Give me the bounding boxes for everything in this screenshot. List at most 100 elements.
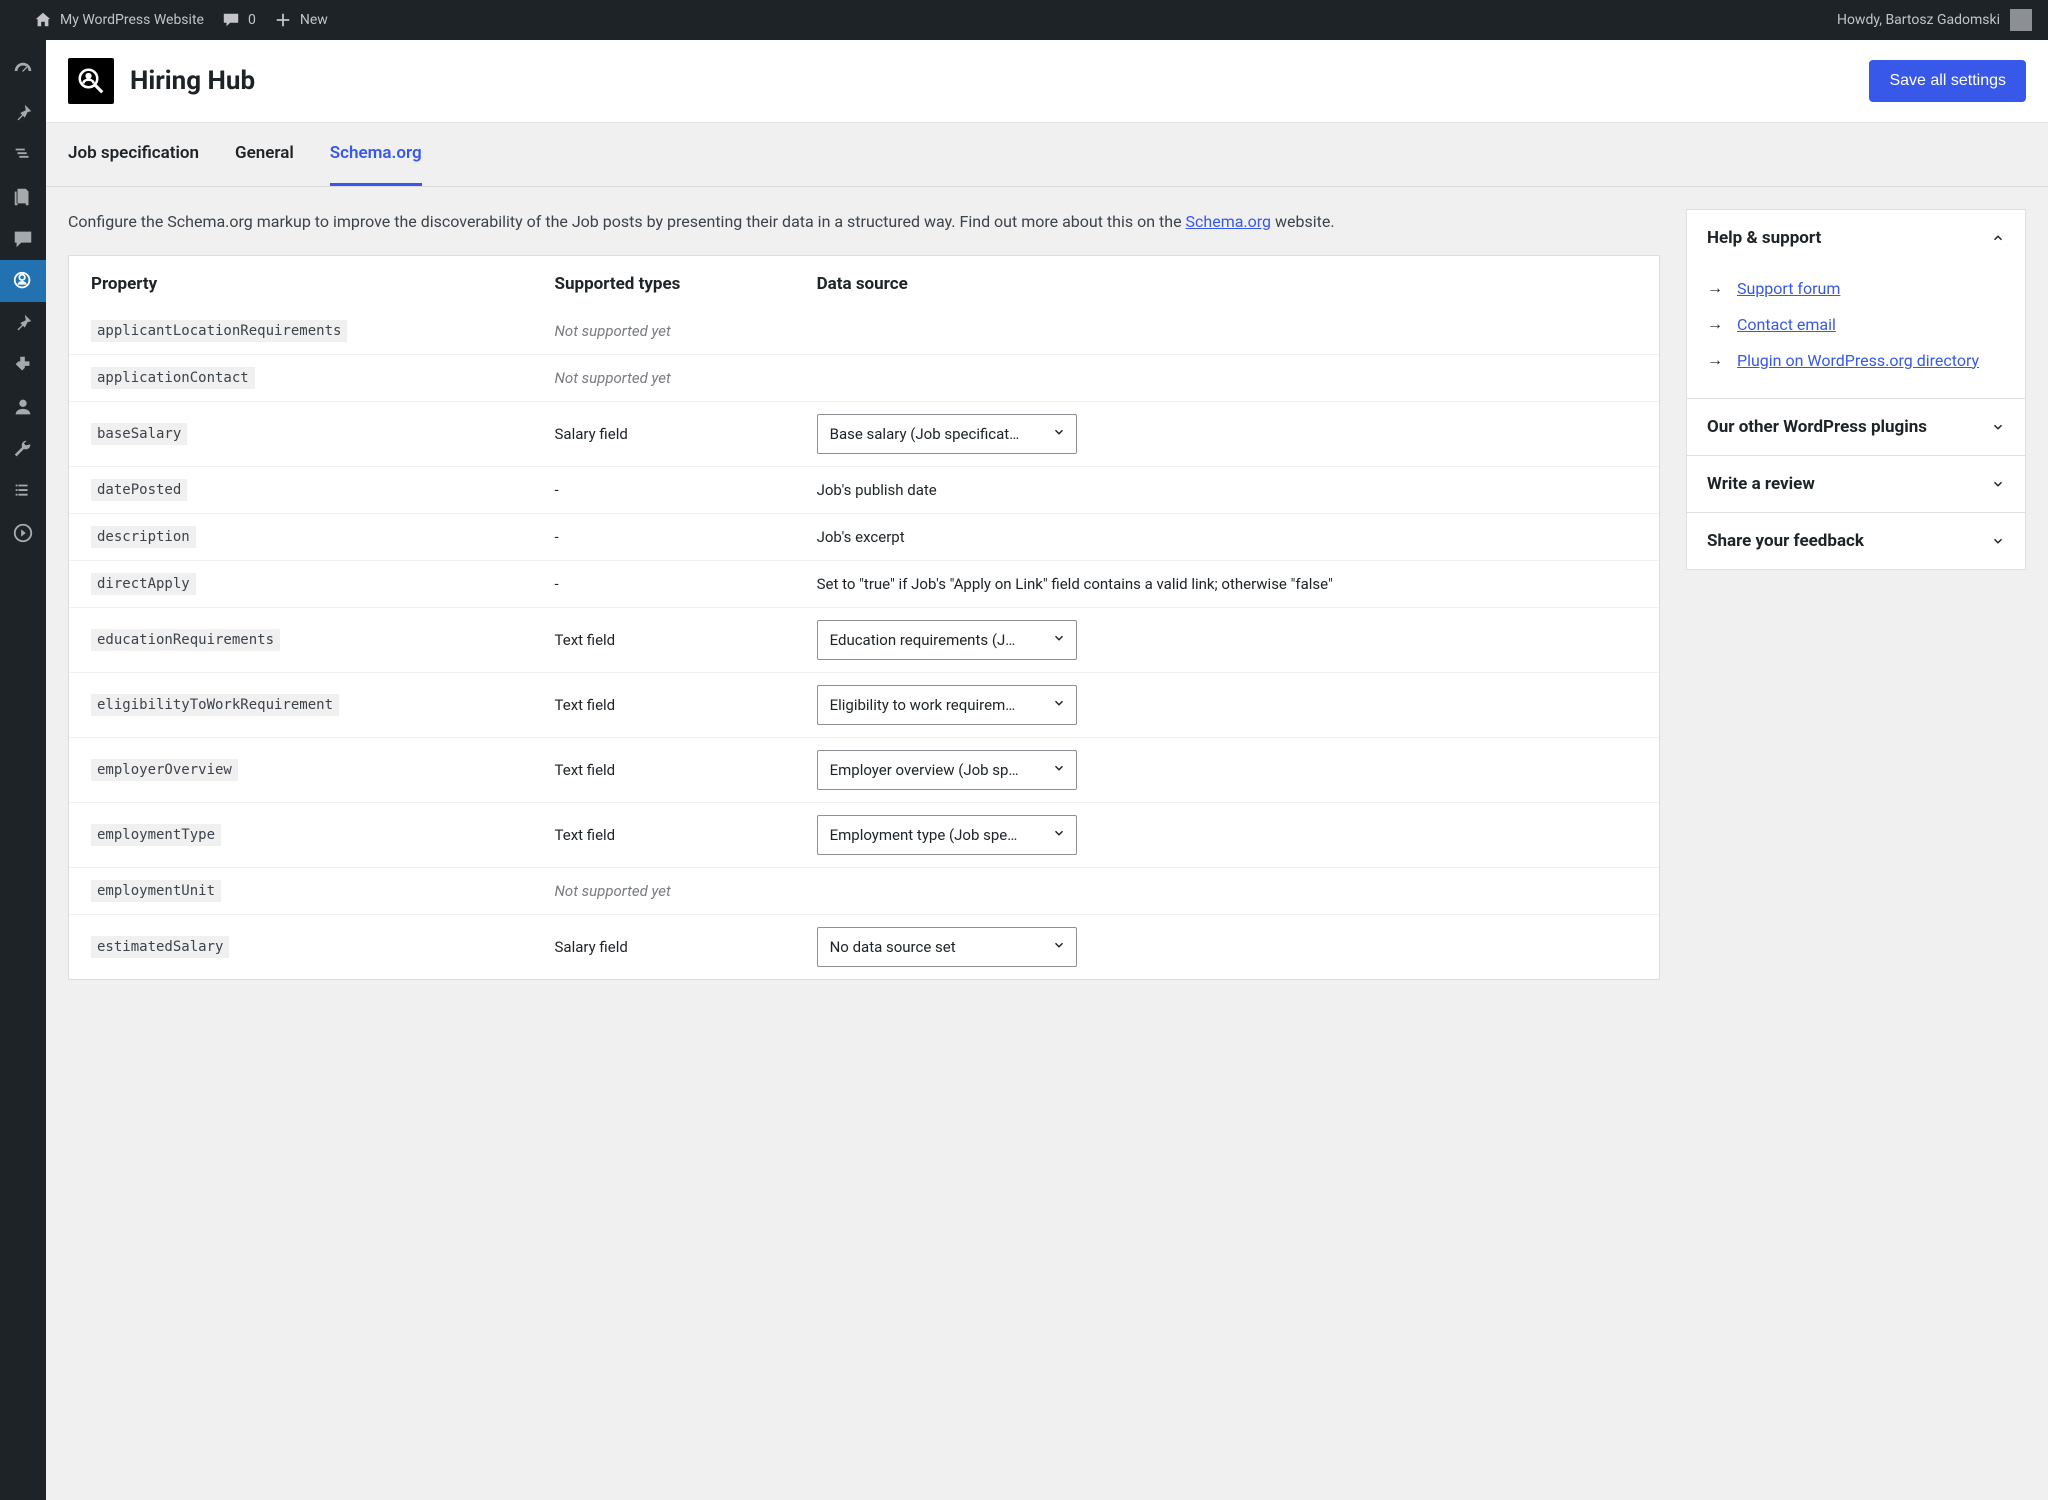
- admin-bar: My WordPress Website 0 New Howdy, Bartos…: [0, 0, 2048, 40]
- table-row: applicantLocationRequirementsNot support…: [69, 308, 1659, 355]
- panel-share-your-feedback: Share your feedback: [1686, 512, 2026, 570]
- data-source-cell: Eligibility to work requirem…: [795, 672, 1659, 737]
- plugin-logo: [68, 58, 114, 104]
- supported-types: Text field: [533, 672, 795, 737]
- site-name: My WordPress Website: [60, 12, 204, 28]
- table-row: estimatedSalary Salary field No data sourc…: [69, 914, 1659, 979]
- data-source-cell: [795, 867, 1659, 914]
- panel-title: Share your feedback: [1707, 531, 1864, 551]
- chevron-up-icon: [1991, 231, 2005, 245]
- supported-types: Not supported yet: [533, 354, 795, 401]
- data-source-cell: Education requirements (J…: [795, 607, 1659, 672]
- chevron-down-icon: [1052, 425, 1066, 439]
- table-row: description-Job's excerpt: [69, 513, 1659, 560]
- chevron-down-icon: [1052, 696, 1066, 710]
- sidebar-media[interactable]: [0, 134, 46, 176]
- sidebar-users[interactable]: [0, 386, 46, 428]
- sidebar-appearance[interactable]: [0, 302, 46, 344]
- data-source-cell: [795, 308, 1659, 355]
- supported-types: -: [533, 513, 795, 560]
- schema-table: Property Supported types Data source app…: [68, 255, 1660, 980]
- sidebar-dashboard[interactable]: [0, 50, 46, 92]
- panel-header[interactable]: Share your feedback: [1687, 513, 2025, 569]
- panel-write-a-review: Write a review: [1686, 455, 2026, 512]
- property-code: educationRequirements: [91, 629, 280, 651]
- sidebar-settings[interactable]: [0, 470, 46, 512]
- data-source-select[interactable]: Eligibility to work requirem…: [817, 685, 1077, 725]
- table-row: eligibilityToWorkRequirementText fieldEl…: [69, 672, 1659, 737]
- property-code: estimatedSalary: [91, 936, 229, 958]
- th-source: Data source: [795, 256, 1659, 308]
- comment-icon: [222, 11, 240, 29]
- new-link[interactable]: New: [274, 11, 328, 29]
- panel-title: Write a review: [1707, 474, 1815, 494]
- supported-types: Text field: [533, 802, 795, 867]
- help-link[interactable]: Support forum: [1737, 279, 1840, 298]
- sidebar-pages[interactable]: [0, 176, 46, 218]
- table-row: educationRequirements Text field Education…: [69, 607, 1659, 672]
- greeting[interactable]: Howdy, Bartosz Gadomski: [1837, 12, 2000, 28]
- data-source-cell: [795, 354, 1659, 401]
- admin-sidebar: [0, 40, 46, 1500]
- supported-types: -: [533, 560, 795, 607]
- data-source-select[interactable]: No data source set: [817, 927, 1077, 967]
- property-code: description: [91, 526, 196, 548]
- panel-title: Our other WordPress plugins: [1707, 417, 1927, 437]
- help-link[interactable]: Plugin on WordPress.org directory: [1737, 351, 1979, 370]
- plus-icon: [274, 11, 292, 29]
- arrow-right-icon: →: [1707, 314, 1723, 334]
- chevron-down-icon: [1991, 534, 2005, 548]
- data-source-select[interactable]: Education requirements (J…: [817, 620, 1077, 660]
- sidebar-plugins[interactable]: [0, 344, 46, 386]
- sidebar-comments[interactable]: [0, 218, 46, 260]
- supported-types: Text field: [533, 737, 795, 802]
- arrow-right-icon: →: [1707, 278, 1723, 298]
- data-source-cell: Base salary (Job specificat…: [795, 401, 1659, 466]
- sidebar-pin[interactable]: [0, 92, 46, 134]
- panel-header[interactable]: Help & support: [1687, 210, 2025, 266]
- site-link[interactable]: My WordPress Website: [34, 11, 204, 29]
- property-code: employmentUnit: [91, 880, 221, 902]
- property-code: baseSalary: [91, 423, 187, 445]
- property-code: applicationContact: [91, 367, 255, 389]
- supported-types: Salary field: [533, 401, 795, 466]
- help-link-row: → Plugin on WordPress.org directory: [1707, 342, 2005, 378]
- new-label: New: [300, 12, 328, 28]
- table-row: employmentUnit Not supported yet: [69, 867, 1659, 914]
- panel-header[interactable]: Our other WordPress plugins: [1687, 399, 2025, 455]
- data-source-cell: Set to "true" if Job's "Apply on Link" f…: [795, 560, 1659, 607]
- chevron-down-icon: [1991, 477, 2005, 491]
- chevron-down-icon: [1052, 938, 1066, 952]
- panel-header[interactable]: Write a review: [1687, 456, 2025, 512]
- sidebar-tools[interactable]: [0, 428, 46, 470]
- data-source-select[interactable]: Employer overview (Job sp…: [817, 750, 1077, 790]
- data-source-select[interactable]: Base salary (Job specificat…: [817, 414, 1077, 454]
- arrow-right-icon: →: [1707, 350, 1723, 370]
- supported-types: Salary field: [533, 914, 795, 979]
- property-code: datePosted: [91, 479, 187, 501]
- page-title: Hiring Hub: [130, 66, 255, 96]
- panel-title: Help & support: [1707, 228, 1821, 248]
- supported-types: Text field: [533, 607, 795, 672]
- help-link-row: → Support forum: [1707, 270, 2005, 306]
- sidebar-collapse[interactable]: [0, 512, 46, 554]
- tab-job-specification[interactable]: Job specification: [68, 123, 199, 186]
- schema-link[interactable]: Schema.org: [1186, 212, 1272, 231]
- table-row: employmentTypeText fieldEmployment type …: [69, 802, 1659, 867]
- table-row: employerOverview Text field Employer overv…: [69, 737, 1659, 802]
- help-link[interactable]: Contact email: [1737, 315, 1836, 334]
- sidebar-hiring-hub[interactable]: [0, 260, 46, 302]
- save-button[interactable]: Save all settings: [1869, 60, 2026, 102]
- supported-types: Not supported yet: [533, 867, 795, 914]
- comments-link[interactable]: 0: [222, 11, 256, 29]
- home-icon: [34, 11, 52, 29]
- chevron-down-icon: [1052, 826, 1066, 840]
- comments-count: 0: [248, 12, 256, 28]
- tab-schema-org[interactable]: Schema.org: [330, 123, 422, 186]
- property-code: directApply: [91, 573, 196, 595]
- tab-general[interactable]: General: [235, 123, 294, 186]
- avatar[interactable]: [2010, 9, 2032, 31]
- property-code: employerOverview: [91, 759, 238, 781]
- data-source-select[interactable]: Employment type (Job spe…: [817, 815, 1077, 855]
- tabs: Job specification General Schema.org: [46, 123, 2048, 187]
